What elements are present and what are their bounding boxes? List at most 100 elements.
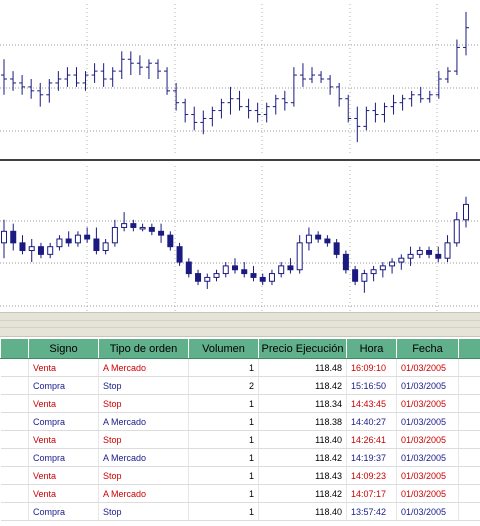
cell-hora: 14:26:41 (346, 430, 397, 449)
ohlc-bar (46, 79, 53, 103)
ohlc-bar (408, 90, 415, 107)
ohlc-chart-panel (0, 4, 480, 154)
cell-tipo: A Mercado (98, 412, 189, 431)
candle (158, 223, 165, 243)
cell-blank (0, 412, 29, 431)
cell-extra (458, 412, 480, 431)
ohlc-bar (381, 102, 388, 123)
column-header-hora[interactable]: Hora (346, 338, 397, 359)
candle (176, 242, 183, 266)
ohlc-bar (155, 59, 161, 79)
candle (47, 242, 54, 259)
cell-tipo: Stop (98, 430, 189, 449)
cell-tipo: A Mercado (98, 484, 189, 503)
ohlc-bar (28, 79, 35, 99)
cell-volumen: 1 (188, 502, 259, 521)
cell-tipo: A Mercado (98, 358, 189, 377)
cell-fecha: 01/03/2005 (396, 484, 459, 503)
ohlc-bar (182, 98, 189, 123)
candle (259, 273, 266, 286)
candle (74, 231, 81, 247)
ohlc-bar (91, 63, 98, 83)
candle (93, 227, 100, 255)
column-header-fecha[interactable]: Fecha (396, 338, 459, 359)
cell-extra (458, 430, 480, 449)
cell-precio: 118.48 (258, 358, 347, 377)
cell-blank (0, 358, 29, 377)
cell-tipo: Stop (98, 466, 189, 485)
cell-blank (0, 502, 29, 521)
ohlc-bar (272, 94, 279, 115)
candle (204, 273, 211, 289)
cell-hora: 13:57:42 (346, 502, 397, 521)
candle (213, 269, 220, 282)
candle (241, 262, 248, 278)
candle (222, 262, 229, 278)
table-row[interactable]: Venta A Mercado 1 118.42 14:07:17 01/03/2005 (0, 484, 480, 503)
column-header-signo[interactable]: Signo (28, 338, 99, 359)
cell-blank (0, 466, 29, 485)
table-row[interactable]: Venta Stop 1 118.40 14:26:41 01/03/2005 (0, 430, 480, 449)
candle (139, 223, 146, 232)
cell-signo: Compra (28, 502, 99, 521)
cell-fecha: 01/03/2005 (396, 430, 459, 449)
candle (102, 239, 109, 255)
table-row[interactable]: Compra Stop 2 118.42 15:16:50 01/03/2005 (0, 376, 480, 395)
cell-precio: 118.34 (258, 394, 347, 413)
candle (111, 219, 118, 247)
cell-blank (0, 376, 29, 395)
column-header-extra[interactable] (458, 338, 480, 359)
cell-extra (458, 502, 480, 521)
cell-fecha: 01/03/2005 (396, 358, 459, 377)
cell-hora: 14:19:37 (346, 448, 397, 467)
ohlc-bar (1, 59, 7, 95)
column-header-tipo[interactable]: Tipo de orden (98, 338, 189, 359)
ohlc-bar (363, 106, 370, 131)
panel-splitter[interactable] (0, 312, 480, 337)
candle (268, 269, 275, 286)
ohlc-bar (263, 102, 270, 123)
ohlc-bar (354, 106, 361, 143)
candle (195, 269, 202, 286)
cell-extra (458, 394, 480, 413)
ohlc-bar (19, 75, 26, 95)
ohlc-bar (64, 67, 71, 87)
candle (333, 239, 340, 259)
ohlc-bar (37, 82, 44, 107)
column-header-precio[interactable]: Precio Ejecución (258, 338, 347, 359)
cell-precio: 118.40 (258, 430, 347, 449)
cell-extra (458, 376, 480, 395)
ohlc-bar (145, 59, 152, 79)
cell-signo: Venta (28, 358, 99, 377)
ohlc-bar (236, 90, 243, 111)
cell-precio: 118.42 (258, 376, 347, 395)
cell-precio: 118.38 (258, 412, 347, 431)
table-row[interactable]: Compra Stop 1 118.40 13:57:42 01/03/2005 (0, 502, 480, 521)
candle (278, 262, 285, 278)
ohlc-bar (254, 102, 261, 123)
column-header-blank[interactable] (0, 338, 29, 359)
candle (84, 227, 91, 243)
cell-volumen: 2 (188, 376, 259, 395)
table-row[interactable]: Venta Stop 1 118.43 14:09:23 01/03/2005 (0, 466, 480, 485)
ohlc-bar (191, 106, 198, 131)
candle (398, 254, 405, 270)
cell-signo: Venta (28, 394, 99, 413)
table-row[interactable]: Compra A Mercado 1 118.42 14:19:37 01/03/2005 (0, 448, 480, 467)
candle (296, 235, 303, 274)
cell-volumen: 1 (188, 430, 259, 449)
table-row[interactable]: Venta Stop 1 118.34 14:43:45 01/03/2005 (0, 394, 480, 413)
candle (379, 262, 386, 278)
cell-volumen: 1 (188, 394, 259, 413)
cell-tipo: Stop (98, 502, 189, 521)
candle (444, 235, 451, 263)
ohlc-bar (327, 75, 334, 95)
column-header-volumen[interactable]: Volumen (188, 338, 259, 359)
cell-tipo: Stop (98, 394, 189, 413)
cell-fecha: 01/03/2005 (396, 394, 459, 413)
table-row[interactable]: Venta A Mercado 1 118.48 16:09:10 01/03/2005 (0, 358, 480, 377)
cell-tipo: A Mercado (98, 448, 189, 467)
table-row[interactable]: Compra A Mercado 1 118.38 14:40:27 01/03/2005 (0, 412, 480, 431)
ohlc-bar (390, 94, 397, 115)
ohlc-bar (136, 55, 143, 76)
